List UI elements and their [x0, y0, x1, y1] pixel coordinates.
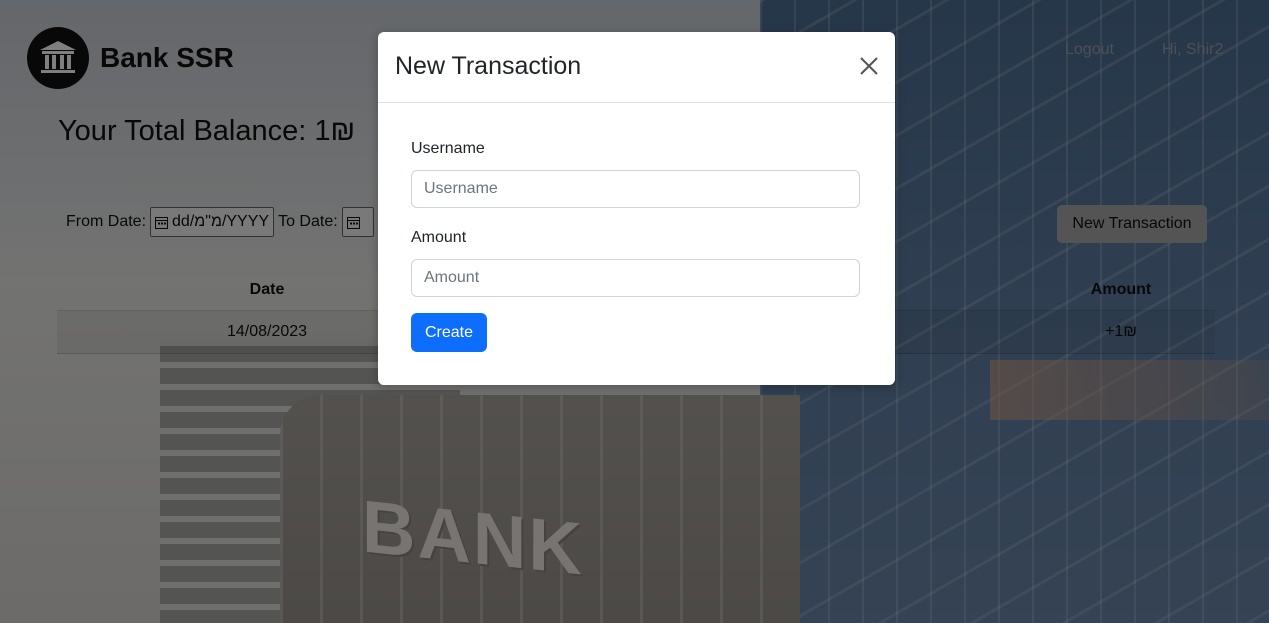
create-button[interactable]: Create	[411, 313, 487, 352]
modal-title: New Transaction	[395, 52, 582, 80]
new-transaction-modal: New Transaction Username Amount Create	[378, 32, 895, 385]
close-icon[interactable]	[857, 54, 881, 78]
username-label: Username	[411, 140, 485, 157]
amount-label: Amount	[411, 229, 467, 246]
modal-header: New Transaction	[378, 32, 895, 103]
username-input[interactable]	[411, 170, 860, 208]
amount-input[interactable]	[411, 259, 860, 297]
